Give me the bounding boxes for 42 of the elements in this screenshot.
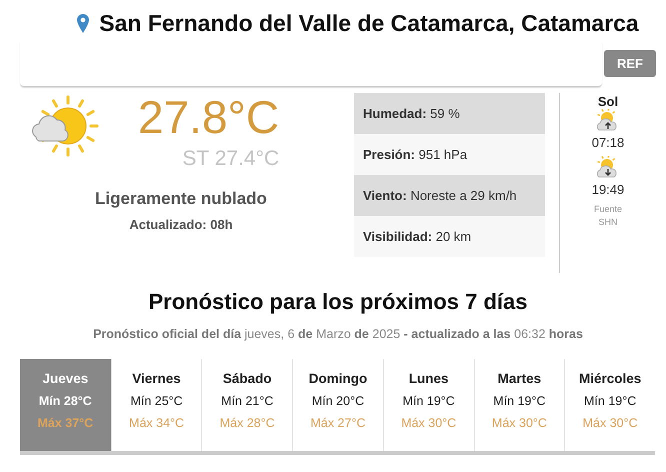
sun-time: 19:49 [592,182,624,197]
detail-row: Humedad: 59 % [354,93,545,134]
day-name: Martes [498,371,542,386]
day-name: Domingo [308,371,368,386]
day-name: Viernes [132,371,181,386]
min-temp: Mín 19°C [584,394,636,408]
forecast-title: Pronóstico para los próximos 7 días [148,289,528,315]
day-tab[interactable]: Jueves Mín 28°C Máx 37°C [20,359,111,451]
feels-like: ST 27.4°C [182,147,280,171]
max-temp: Máx 30°C [582,416,638,430]
day-name: Miércoles [579,371,642,386]
day-name: Lunes [408,371,449,386]
forecast-subtitle: Pronóstico oficial del día jueves, 6 de Marzo de 2025 - actualizado a las 06:32 horas [92,327,584,341]
day-tab[interactable]: Martes Mín 19°C Máx 30°C [474,359,564,451]
temperature: 27.8°C [138,90,280,145]
location-pin-icon [77,14,90,32]
sun-title: Sol [598,94,618,109]
min-temp: Mín 19°C [493,394,546,408]
max-temp: Máx 34°C [129,416,184,430]
location-title: San Fernando del Valle de Catamarca, Catamarca [99,10,639,36]
source-text: Fuente [594,203,622,216]
detail-row: Presión: 951 hPa [354,134,545,175]
max-temp: Máx 27°C [310,416,366,430]
min-temp: Mín 21°C [221,394,274,408]
day-name: Sábado [222,371,272,386]
sun-time: 07:18 [592,135,624,150]
condition-text: Ligeramente nublado [94,189,268,209]
source-text: SHN [598,216,618,229]
min-temp: Mín 28°C [38,394,92,408]
min-temp: Mín 19°C [402,394,455,408]
min-temp: Mín 20°C [312,394,364,408]
max-temp: Máx 30°C [401,416,456,430]
day-name: Jueves [42,371,88,386]
detail-row: Visibilidad: 20 km [354,216,545,257]
max-temp: Máx 37°C [37,416,94,430]
min-temp: Mín 25°C [130,394,183,408]
max-temp: Máx 28°C [220,416,275,430]
day-tab[interactable]: Viernes Mín 25°C Máx 34°C [110,359,202,451]
ref-button[interactable]: REF [604,50,656,77]
updated-text: Actualizado: 08h [128,217,234,232]
detail-row: Viento: Noreste a 29 km/h [354,175,545,216]
max-temp: Máx 30°C [492,416,547,430]
